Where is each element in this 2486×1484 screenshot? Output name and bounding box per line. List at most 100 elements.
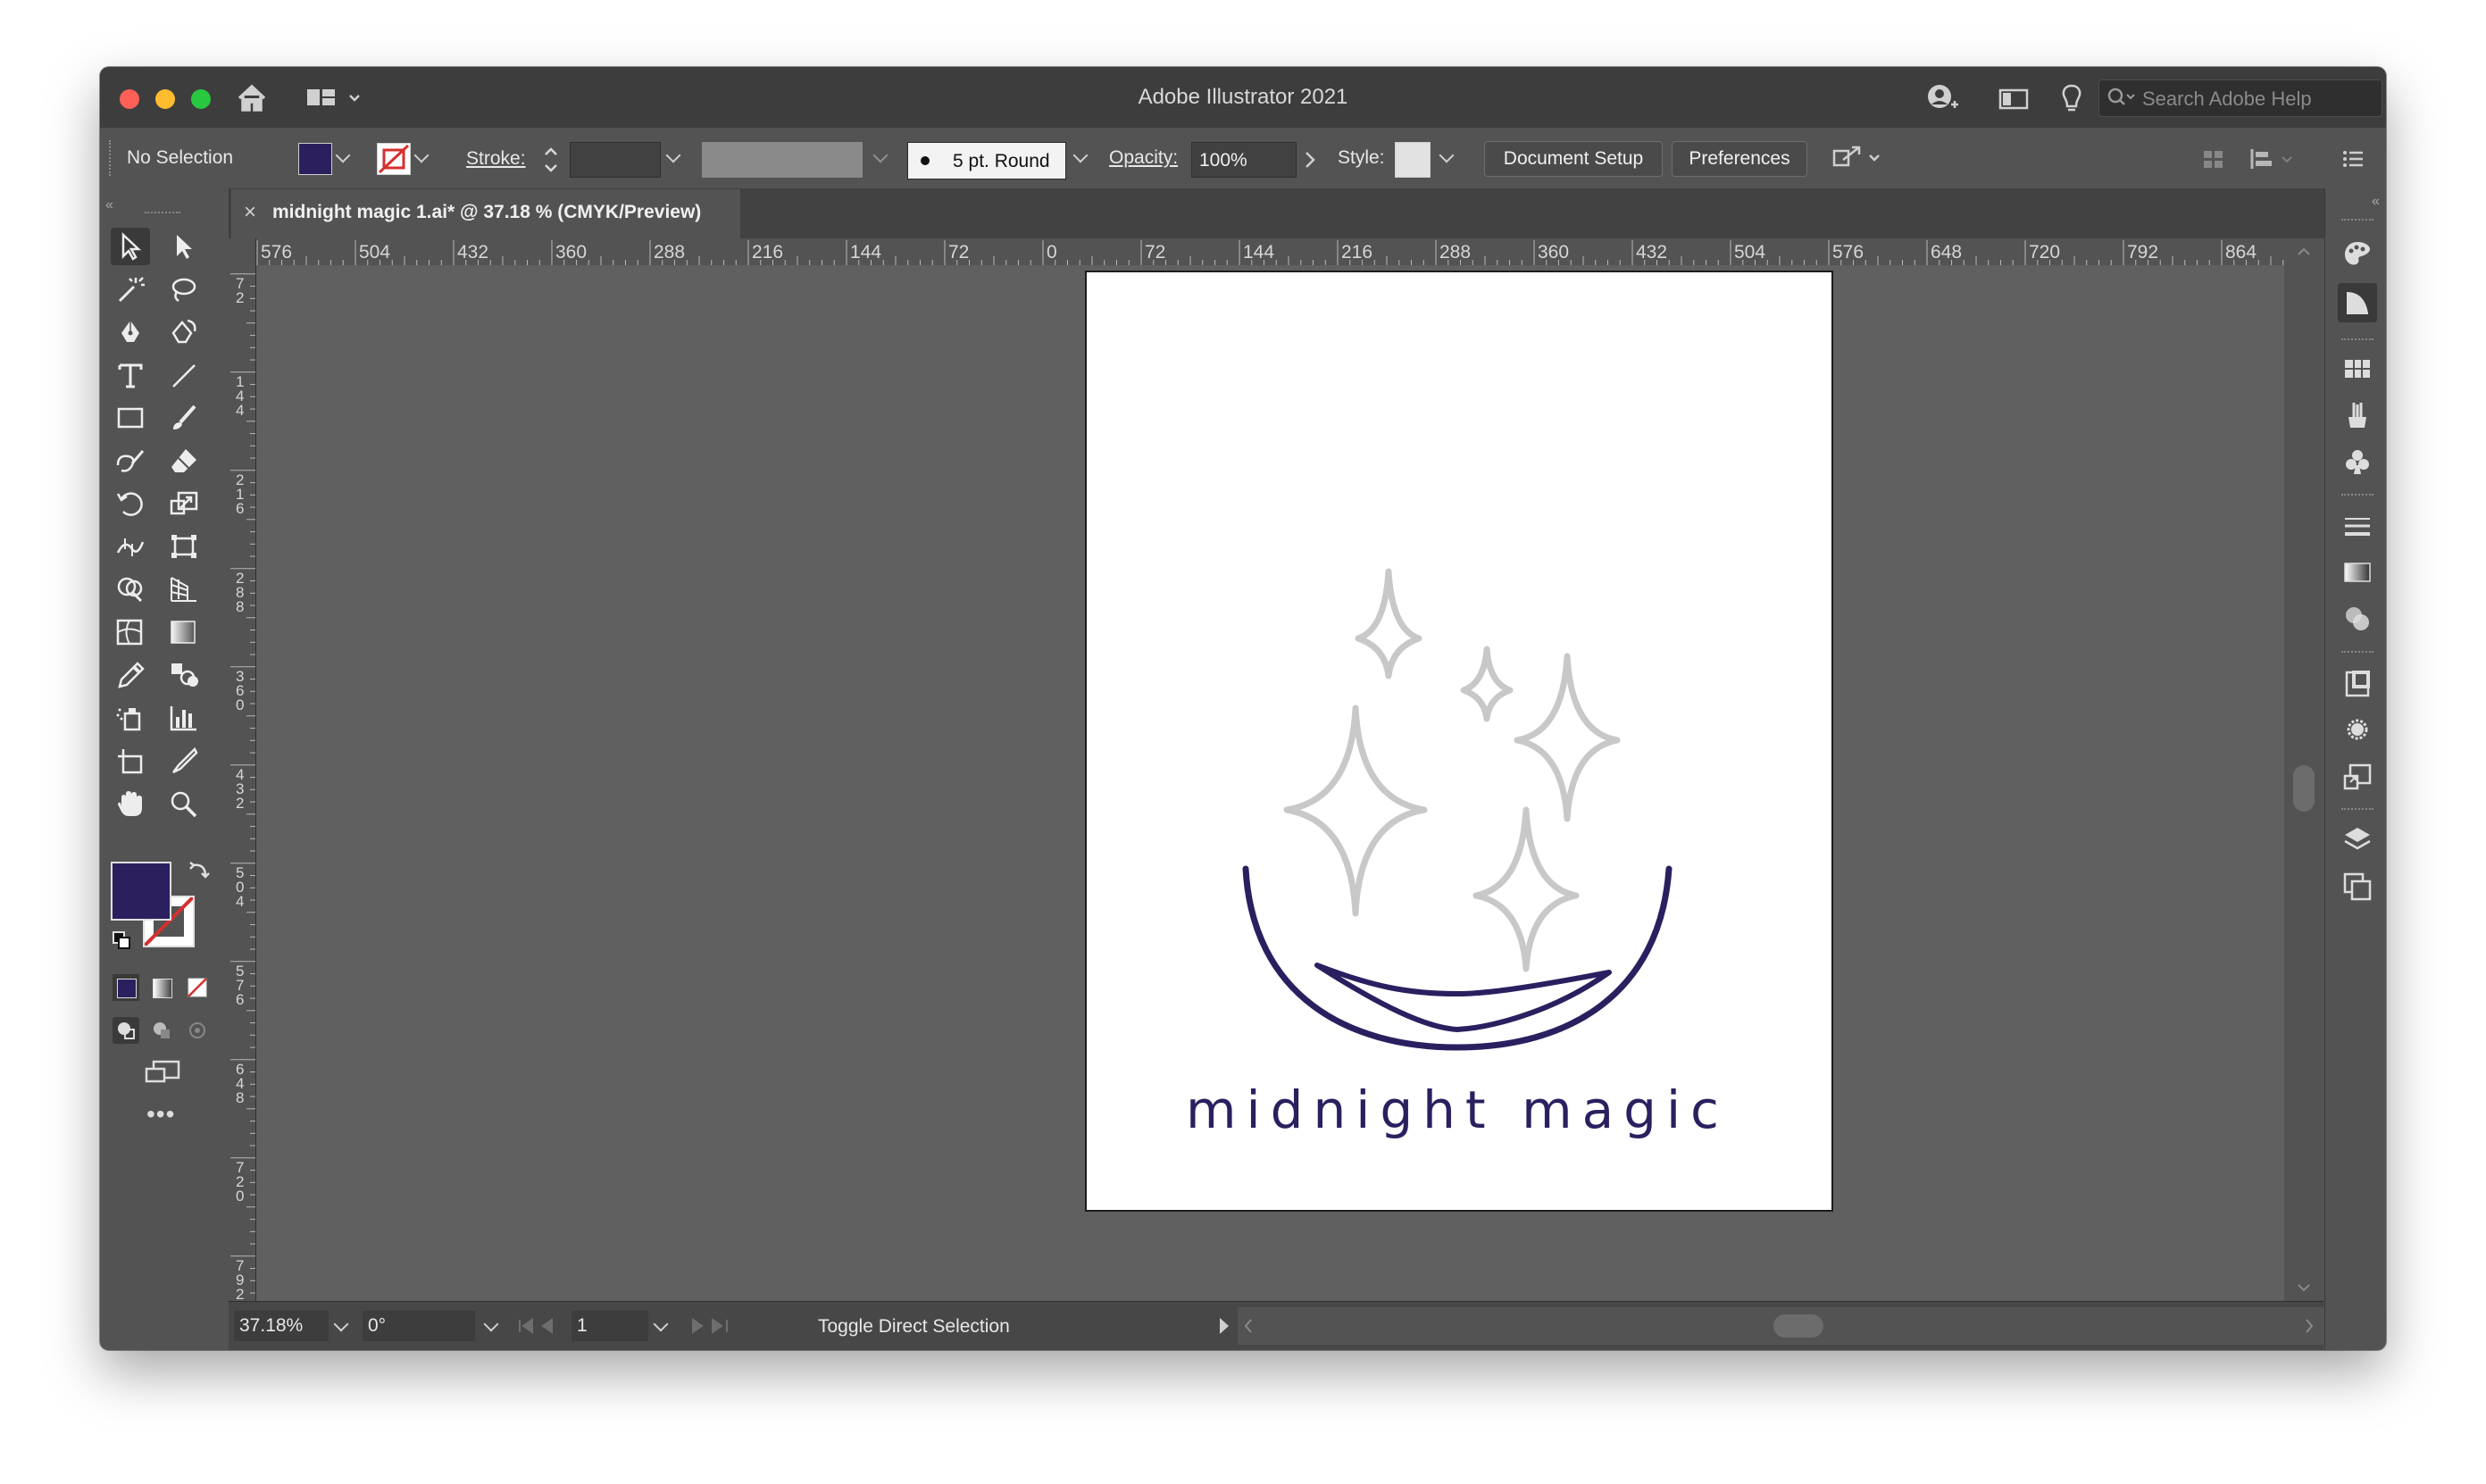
- close-tab-icon[interactable]: ×: [244, 200, 256, 225]
- toolbox-collapse-icon[interactable]: «: [105, 197, 113, 213]
- opacity-label[interactable]: Opacity:: [1109, 147, 1178, 169]
- none-mode-button[interactable]: [184, 974, 211, 1001]
- zoom-field[interactable]: 37.18%: [234, 1311, 329, 1341]
- appearance-icon[interactable]: [2341, 667, 2373, 699]
- artboard[interactable]: midnight magic: [1085, 271, 1833, 1212]
- stroke-dropdown-arrow[interactable]: [413, 147, 430, 165]
- gradient-tool[interactable]: [164, 613, 204, 651]
- gradient-icon[interactable]: [2341, 556, 2373, 588]
- distribute-icon[interactable]: [2247, 144, 2300, 174]
- stroke-weight-field[interactable]: [570, 142, 661, 178]
- selection-tool[interactable]: [111, 228, 150, 265]
- rotation-field[interactable]: 0°: [363, 1311, 475, 1341]
- graphic-style-swatch[interactable]: [1395, 142, 1431, 178]
- scroll-down-icon[interactable]: [2284, 1274, 2323, 1301]
- color-mode-button[interactable]: [113, 974, 139, 1001]
- document-tab[interactable]: × midnight magic 1.ai* @ 37.18 % (CMYK/P…: [231, 189, 740, 239]
- fill-dropdown-arrow[interactable]: [335, 147, 351, 165]
- stroke-weight-stepper[interactable]: [541, 142, 561, 178]
- hand-tool[interactable]: [111, 785, 150, 822]
- artboard-tool[interactable]: [111, 742, 150, 780]
- edit-toolbar-icon[interactable]: •••: [146, 1102, 179, 1128]
- status-menu-arrow-icon[interactable]: [1214, 1313, 1232, 1339]
- shape-builder-tool[interactable]: [111, 571, 150, 608]
- align-icon[interactable]: [2198, 144, 2231, 174]
- variable-width-profile[interactable]: [702, 142, 863, 178]
- brushes-icon[interactable]: [2341, 399, 2373, 431]
- rotation-dropdown-arrow[interactable]: [483, 1316, 499, 1334]
- symbol-sprayer-tool[interactable]: [111, 699, 150, 737]
- control-bar-grip[interactable]: [109, 140, 113, 176]
- vertical-ruler[interactable]: 72144216288360432504576648720792864: [229, 265, 256, 1301]
- stroke-icon[interactable]: [2341, 510, 2373, 542]
- document-setup-button[interactable]: Document Setup: [1484, 141, 1663, 177]
- dock-grip[interactable]: [2341, 219, 2373, 221]
- quick-actions-icon[interactable]: [1829, 142, 1891, 176]
- scroll-up-icon[interactable]: [2284, 238, 2323, 265]
- preferences-button[interactable]: Preferences: [1672, 141, 1807, 177]
- zoom-tool[interactable]: [164, 785, 204, 822]
- type-tool[interactable]: [111, 356, 150, 394]
- opacity-expand-arrow[interactable]: [1304, 151, 1316, 173]
- arrange-documents-icon[interactable]: [1997, 83, 2032, 113]
- scroll-right-icon[interactable]: [2300, 1313, 2318, 1339]
- zoom-dropdown-arrow[interactable]: [333, 1316, 349, 1334]
- draw-inside-button[interactable]: [184, 1017, 211, 1044]
- rectangle-tool[interactable]: [111, 399, 150, 437]
- default-fill-stroke-icon[interactable]: [111, 930, 132, 951]
- scale-tool[interactable]: [164, 485, 204, 522]
- toolbox-grip[interactable]: [145, 212, 180, 219]
- draw-behind-button[interactable]: [148, 1017, 175, 1044]
- slice-tool[interactable]: [164, 742, 204, 780]
- blend-tool[interactable]: [164, 656, 204, 694]
- user-account-icon[interactable]: [1923, 83, 1959, 113]
- lasso-tool[interactable]: [164, 271, 204, 308]
- vertical-scroll-thumb[interactable]: [2293, 765, 2315, 812]
- eyedropper-tool[interactable]: [111, 656, 150, 694]
- layers-icon[interactable]: [2341, 824, 2373, 856]
- artboard-dropdown-arrow[interactable]: [653, 1316, 669, 1334]
- column-graph-tool[interactable]: [164, 699, 204, 737]
- help-search-field[interactable]: Search Adobe Help: [2098, 79, 2382, 117]
- next-artboard-icon[interactable]: [682, 1313, 736, 1339]
- symbols-icon[interactable]: [2341, 446, 2373, 478]
- dock-collapse-icon[interactable]: «: [2372, 194, 2380, 210]
- draw-normal-button[interactable]: [113, 1017, 139, 1044]
- curvature-tool[interactable]: [164, 313, 204, 351]
- mesh-tool[interactable]: [111, 613, 150, 651]
- direct-selection-tool[interactable]: [164, 228, 204, 265]
- artwork[interactable]: midnight magic: [1087, 272, 1831, 1210]
- swap-fill-stroke-icon[interactable]: [188, 858, 213, 883]
- artboards-icon[interactable]: [2341, 871, 2373, 903]
- discover-lightbulb-icon[interactable]: [2056, 83, 2088, 113]
- panel-menu-icon[interactable]: [2338, 144, 2370, 174]
- opacity-field[interactable]: 100%: [1191, 142, 1297, 178]
- graphic-styles-icon[interactable]: [2341, 713, 2373, 746]
- first-artboard-icon[interactable]: [513, 1313, 566, 1339]
- rotate-tool[interactable]: [111, 485, 150, 522]
- brush-definition-field[interactable]: 5 pt. Round: [907, 142, 1066, 179]
- stroke-label[interactable]: Stroke:: [466, 148, 526, 170]
- horizontal-scrollbar[interactable]: [1238, 1307, 2323, 1345]
- paintbrush-tool[interactable]: [164, 399, 204, 437]
- eraser-tool[interactable]: [164, 442, 204, 479]
- horizontal-scroll-thumb[interactable]: [1773, 1314, 1823, 1338]
- stroke-weight-dropdown-arrow[interactable]: [665, 147, 681, 165]
- vertical-scrollbar[interactable]: [2284, 238, 2323, 1301]
- width-tool[interactable]: [111, 528, 150, 565]
- fill-color-swatch[interactable]: [298, 143, 332, 175]
- gradient-mode-button[interactable]: [148, 974, 175, 1001]
- screen-mode-button[interactable]: [141, 1058, 184, 1088]
- style-dropdown-arrow[interactable]: [1439, 147, 1455, 165]
- asset-export-icon[interactable]: [2341, 760, 2373, 792]
- brush-dropdown-arrow[interactable]: [1072, 147, 1089, 165]
- shaper-tool[interactable]: [111, 442, 150, 479]
- free-transform-tool[interactable]: [164, 528, 204, 565]
- ruler-origin[interactable]: [229, 238, 256, 266]
- stroke-color-swatch[interactable]: [377, 143, 411, 175]
- line-segment-tool[interactable]: [164, 356, 204, 394]
- scroll-left-icon[interactable]: [1239, 1313, 1257, 1339]
- magic-wand-tool[interactable]: [111, 271, 150, 308]
- horizontal-ruler[interactable]: 576 504 432 360 288 216 144 72 0 72 144 216 288 360 43…: [229, 238, 2284, 266]
- artboard-number-field[interactable]: 1: [571, 1311, 648, 1341]
